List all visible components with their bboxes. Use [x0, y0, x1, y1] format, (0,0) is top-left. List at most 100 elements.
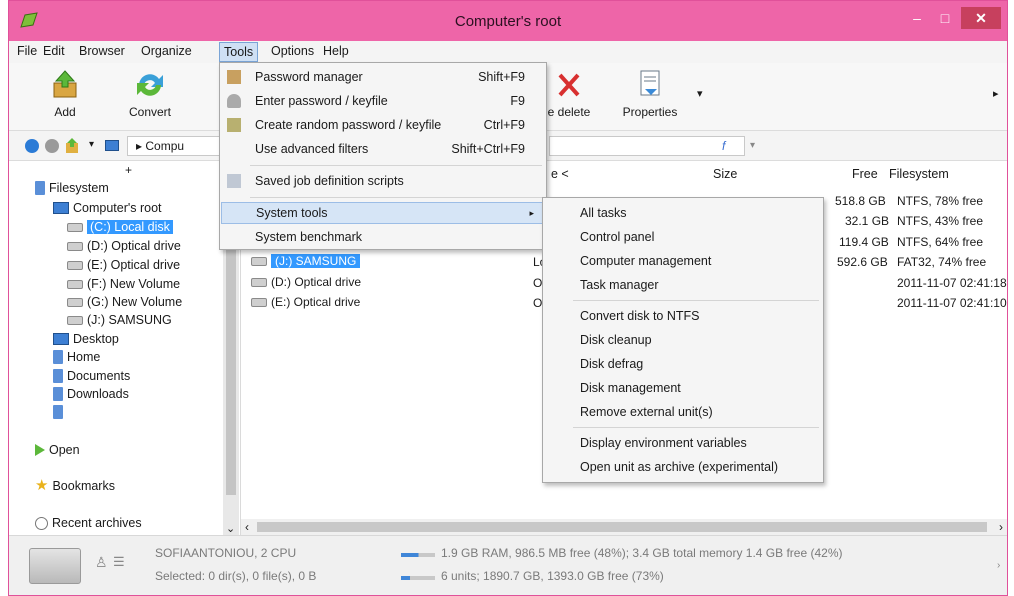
tree-documents[interactable]: Documents: [53, 369, 130, 383]
menu-label: Convert disk to NTFS: [580, 309, 700, 323]
tree-label: Home: [67, 350, 101, 364]
menu-item-enter-password[interactable]: Enter password / keyfile F9: [221, 90, 545, 112]
tree-filesystem[interactable]: Filesystem: [35, 181, 109, 195]
convert-button[interactable]: Convert: [119, 69, 181, 119]
list-row-j[interactable]: (J:) SAMSUNG: [251, 254, 361, 268]
menu-item-saved-scripts[interactable]: Saved job definition scripts: [221, 170, 545, 192]
submenu-env-variables[interactable]: Display environment variables: [544, 432, 822, 454]
tree-label: (F:) New Volume: [87, 277, 181, 291]
menu-tools[interactable]: Tools: [219, 42, 259, 62]
menu-options[interactable]: Options: [271, 44, 314, 58]
tree-label: Desktop: [73, 332, 119, 346]
tree-drive-f[interactable]: (F:) New Volume: [67, 277, 180, 291]
disk-usage-bar: [401, 576, 435, 580]
submenu-open-as-archive[interactable]: Open unit as archive (experimental): [544, 456, 822, 478]
menu-item-password-manager[interactable]: Password manager Shift+F9: [221, 66, 545, 88]
column-header-size[interactable]: Size: [713, 167, 737, 181]
memory-usage-bar: [401, 553, 435, 557]
cell-free: 32.1 GB: [845, 214, 890, 228]
open-panel[interactable]: Open: [35, 443, 80, 457]
menu-label: Enter password / keyfile: [255, 94, 388, 108]
toolbar-dropdown[interactable]: ▾: [697, 87, 703, 100]
tree-computers-root[interactable]: Computer's root: [53, 201, 162, 215]
tree-downloads[interactable]: Downloads: [53, 387, 129, 401]
menu-file[interactable]: File: [17, 44, 37, 58]
maximize-button[interactable]: □: [933, 7, 957, 29]
submenu-arrow-icon: ▸: [529, 207, 534, 218]
cell-free: 119.4 GB: [839, 235, 889, 249]
menu-item-system-tools[interactable]: System tools ▸: [221, 202, 545, 224]
tree-label: Filesystem: [49, 181, 109, 195]
tree-desktop[interactable]: Desktop: [53, 332, 119, 346]
cell-filesystem: FAT32, 74% free: [897, 255, 987, 269]
submenu-convert-ntfs[interactable]: Convert disk to NTFS: [544, 305, 822, 327]
filter-field[interactable]: f ▾: [549, 136, 755, 156]
tree-drive-e[interactable]: (E:) Optical drive: [67, 258, 180, 272]
submenu-task-manager[interactable]: Task manager: [544, 274, 822, 296]
list-view-icon[interactable]: ☰: [113, 554, 125, 570]
menu-item-advanced-filters[interactable]: Use advanced filters Shift+Ctrl+F9: [221, 138, 545, 160]
menu-label: Display environment variables: [580, 436, 747, 450]
folder-icon: [53, 405, 63, 419]
column-header-free[interactable]: Free: [852, 167, 878, 181]
scroll-right-arrow[interactable]: ›: [999, 520, 1003, 534]
star-icon: ★: [35, 477, 49, 494]
properties-button[interactable]: Properties: [615, 69, 685, 119]
secure-delete-label: e delete: [547, 105, 591, 119]
cell-free: 518.8 GB: [835, 194, 886, 208]
submenu-disk-management[interactable]: Disk management: [544, 377, 822, 399]
menu-organize[interactable]: Organize: [141, 44, 192, 58]
listing-hscrollbar[interactable]: ‹ ›: [241, 519, 1007, 535]
menu-item-system-benchmark[interactable]: System benchmark: [221, 226, 545, 248]
back-icon[interactable]: [25, 139, 39, 153]
menu-browser[interactable]: Browser: [79, 44, 125, 58]
menu-item-random-password[interactable]: Create random password / keyfile Ctrl+F9: [221, 114, 545, 136]
list-row-d[interactable]: (D:) Optical drive: [251, 275, 361, 289]
menu-label: Password manager: [255, 70, 363, 84]
recent-archives-panel[interactable]: Recent archives: [35, 516, 142, 530]
secure-delete-button[interactable]: e delete: [539, 69, 599, 119]
minimize-button[interactable]: –: [905, 7, 929, 29]
tree-drive-c[interactable]: (C:) Local disk: [67, 220, 173, 234]
submenu-remove-external[interactable]: Remove external unit(s): [544, 401, 822, 423]
add-button[interactable]: Add: [39, 69, 91, 119]
toolbar-overflow[interactable]: ▸: [993, 87, 999, 100]
menu-separator: [250, 197, 542, 198]
listing-scroll-thumb[interactable]: [257, 522, 987, 532]
submenu-disk-cleanup[interactable]: Disk cleanup: [544, 329, 822, 351]
column-header-filesystem[interactable]: Filesystem: [889, 167, 949, 181]
scroll-left-arrow[interactable]: ‹: [245, 520, 249, 534]
tools-menu: Password manager Shift+F9 Enter password…: [219, 62, 547, 250]
menu-edit[interactable]: Edit: [43, 44, 65, 58]
bookmarks-panel[interactable]: ★ Bookmarks: [35, 477, 115, 494]
menu-label: Use advanced filters: [255, 142, 369, 156]
delete-icon: [558, 73, 580, 97]
column-header-name[interactable]: e <: [551, 167, 569, 181]
submenu-disk-defrag[interactable]: Disk defrag: [544, 353, 822, 375]
menu-label: Disk management: [580, 381, 681, 395]
filter-icon[interactable]: f: [722, 139, 725, 153]
menu-help[interactable]: Help: [323, 44, 349, 58]
tree-drive-j[interactable]: (J:) SAMSUNG: [67, 313, 172, 327]
close-button[interactable]: ✕: [961, 7, 1001, 29]
up-folder-icon[interactable]: [65, 138, 79, 154]
tree-home[interactable]: Home: [53, 350, 100, 364]
tree-folder[interactable]: [53, 405, 67, 419]
path-field[interactable]: ▸ Compu: [127, 136, 227, 156]
row-name: (J:) SAMSUNG: [271, 254, 361, 268]
submenu-computer-management[interactable]: Computer management: [544, 250, 822, 272]
tree-drive-g[interactable]: (G:) New Volume: [67, 295, 182, 309]
network-icon[interactable]: ♙: [95, 554, 108, 571]
submenu-control-panel[interactable]: Control panel: [544, 226, 822, 248]
forward-icon[interactable]: [45, 139, 59, 153]
history-dropdown-icon[interactable]: ▾: [89, 139, 94, 150]
tree-drive-d[interactable]: (D:) Optical drive: [67, 239, 181, 253]
scroll-down-arrow[interactable]: ⌄: [226, 522, 235, 535]
window-title: Computer's root: [454, 13, 562, 30]
collapse-toggle[interactable]: +: [125, 163, 132, 177]
submenu-all-tasks[interactable]: All tasks: [544, 202, 822, 224]
status-overflow[interactable]: ›: [997, 560, 1000, 571]
filter-dropdown-icon[interactable]: ▾: [750, 140, 755, 151]
list-row-e[interactable]: (E:) Optical drive: [251, 295, 360, 309]
menu-label: System tools: [256, 206, 328, 220]
